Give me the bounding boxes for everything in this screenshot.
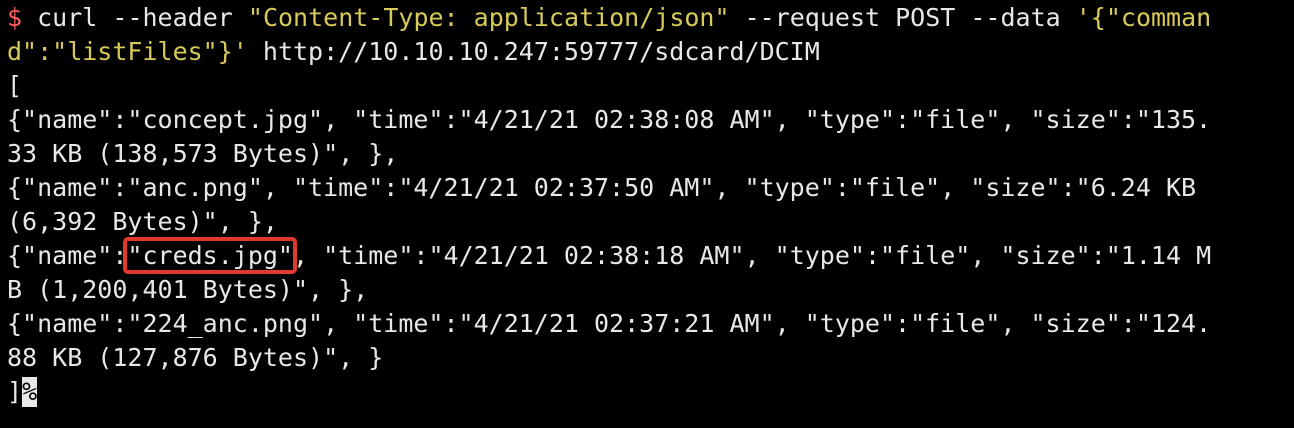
output-close-bracket: ] xyxy=(7,377,23,406)
command-line-1: $ curl --header "Content-Type: applicati… xyxy=(7,1,1294,35)
creds-entry-suffix: , "time":"4/21/21 02:38:18 AM", "type":"… xyxy=(293,241,1212,270)
command-line-2: d":"listFiles"}' http://10.10.10.247:597… xyxy=(7,35,1294,69)
data-value-part1: '{"comman xyxy=(1075,3,1212,32)
file-entry-concept-line2: 33 KB (138,573 Bytes)", }, xyxy=(7,139,399,168)
curl-program: curl xyxy=(37,3,98,32)
file-entry-anc-line2: (6,392 Bytes)", }, xyxy=(7,207,278,236)
output-close-line: ]% xyxy=(7,375,1294,409)
request-flag: --request POST xyxy=(744,3,956,32)
file-entry-anc-line1: {"name":"anc.png", "time":"4/21/21 02:37… xyxy=(7,173,1197,202)
header-flag: --header xyxy=(112,3,233,32)
header-value: "Content-Type: application/json" xyxy=(247,3,730,32)
creds-entry-prefix: {"name": xyxy=(7,241,128,270)
terminal-window[interactable]: $ curl --header "Content-Type: applicati… xyxy=(0,0,1294,428)
prompt-symbol: $ xyxy=(7,3,23,32)
file-entry-creds-line2: B (1,200,401 Bytes)", }, xyxy=(7,275,369,304)
output-open-bracket: [ xyxy=(7,71,23,100)
file-entry-224-anc-line2: 88 KB (127,876 Bytes)", } xyxy=(7,343,384,372)
file-entry-224-anc-line1: {"name":"224_anc.png", "time":"4/21/21 0… xyxy=(7,309,1212,338)
terminal-cursor: % xyxy=(22,377,38,407)
data-flag: --data xyxy=(970,3,1061,32)
request-url: http://10.10.10.247:59777/sdcard/DCIM xyxy=(262,37,820,66)
data-value-part2: d":"listFiles"}' xyxy=(7,37,248,66)
file-entry-concept-line1: {"name":"concept.jpg", "time":"4/21/21 0… xyxy=(7,105,1212,134)
highlighted-creds-filename: "creds.jpg" xyxy=(123,237,297,274)
file-entry-creds-line1: {"name":"creds.jpg", "time":"4/21/21 02:… xyxy=(7,237,1294,274)
